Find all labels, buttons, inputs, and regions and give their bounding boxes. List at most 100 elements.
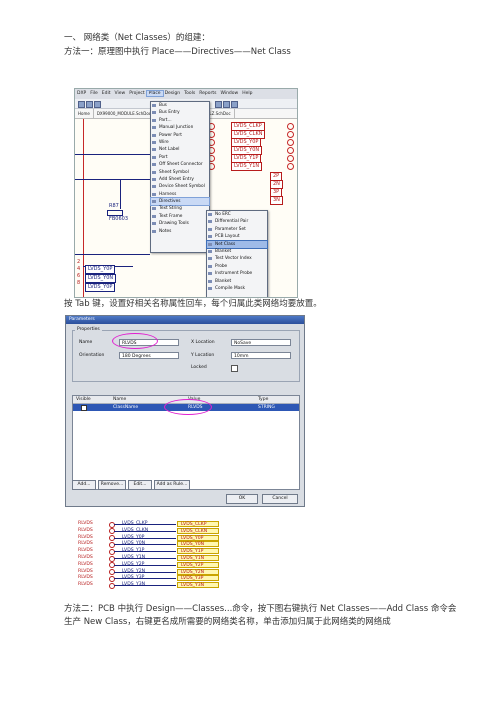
menu-item[interactable]: Manual Junction (151, 124, 209, 131)
net-class-label[interactable]: RLVDS (78, 575, 93, 581)
menu-item[interactable]: Harness (151, 191, 209, 198)
menu-item[interactable]: Sheet Symbol (151, 169, 209, 176)
col-type: Type (258, 397, 269, 402)
ok-button[interactable]: OK (226, 494, 258, 504)
menu-item[interactable]: Text String (151, 205, 209, 212)
menubar-item[interactable]: Help (240, 91, 254, 96)
net-label[interactable]: LVDS_CLKP (122, 521, 148, 527)
menubar-item[interactable]: View (113, 91, 128, 96)
edit-button[interactable]: Edit... (128, 480, 152, 490)
menu-item[interactable]: Device Sheet Symbol (151, 183, 209, 190)
port[interactable]: LVDS_Y0P (177, 534, 219, 541)
menu-item[interactable]: Part... (151, 117, 209, 124)
menubar-item[interactable]: File (88, 91, 100, 96)
port[interactable]: LVDS_Y2P (177, 561, 219, 568)
name-label: Name (79, 340, 93, 345)
submenu-item[interactable]: PCB Layout (207, 233, 267, 240)
port[interactable]: LVDS_Y3N (177, 582, 219, 589)
net-label-partial[interactable]: 3N (270, 196, 283, 205)
remove-button[interactable]: Remove... (98, 480, 126, 490)
net-label[interactable]: LVDS_CLKN (122, 528, 148, 534)
submenu-item-icon (208, 227, 212, 231)
menu-item[interactable]: Directives (150, 197, 210, 207)
submenu-item[interactable]: Blanket (207, 278, 267, 285)
net-class-label[interactable]: RLVDS (78, 562, 93, 568)
menu-item[interactable]: Notes (151, 228, 209, 235)
net-label[interactable]: LVDS_Y3N (122, 582, 145, 588)
menu-item[interactable]: Bus (151, 102, 209, 109)
submenu-item-icon (208, 264, 212, 268)
locked-checkbox[interactable] (231, 365, 238, 372)
menu-item[interactable]: Bus Entry (151, 109, 209, 116)
net-class-label[interactable]: RLVDS (78, 541, 93, 547)
submenu-item[interactable]: Instrument Probe (207, 270, 267, 277)
menu-item-icon (152, 192, 156, 196)
net-label[interactable]: LVDS_Y0P (85, 283, 116, 292)
document-tab[interactable]: Home (75, 109, 94, 118)
cancel-button[interactable]: Cancel (262, 494, 298, 504)
menu-item[interactable]: Net Label (151, 146, 209, 153)
net-label[interactable]: LVDS_Y1N (122, 555, 145, 561)
menubar-item[interactable]: Project (127, 91, 146, 96)
net-label[interactable]: LVDS_Y0N (85, 274, 117, 283)
visible-checkbox[interactable] (81, 405, 87, 411)
submenu-item[interactable]: Differential Pair (207, 218, 267, 225)
document-tab[interactable]: DX99000_MODULE.SchDoc (94, 109, 155, 118)
menu-item[interactable]: Drawing Tools (151, 220, 209, 227)
y-location-field[interactable]: 10mm (231, 352, 291, 359)
x-location-field[interactable]: NoSave (231, 339, 291, 346)
net-label[interactable]: LVDS_Y1P (122, 548, 144, 554)
orientation-label: Orientation (79, 353, 105, 358)
net-label[interactable]: LVDS_Y1N (231, 162, 263, 171)
submenu-item[interactable]: Compile Mask (207, 285, 267, 292)
menubar-item[interactable]: Design (163, 91, 183, 96)
submenu-item[interactable]: Parameter Set (207, 226, 267, 233)
menubar-item[interactable]: Place (145, 90, 164, 97)
port[interactable]: LVDS_Y2N (177, 568, 219, 575)
net-class-label[interactable]: RLVDS (78, 528, 93, 534)
menubar-item[interactable]: Window (218, 91, 240, 96)
submenu-item[interactable]: Blanket (207, 248, 267, 255)
menu-item[interactable]: Off Sheet Connector (151, 161, 209, 168)
menubar-item[interactable]: Reports (197, 91, 218, 96)
port[interactable]: LVDS_Y3P (177, 575, 219, 582)
orientation-select[interactable]: 180 Degrees (119, 352, 179, 359)
submenu-item[interactable]: Test Vector Index (207, 255, 267, 262)
bus-icon[interactable] (231, 101, 238, 108)
zoom-icon[interactable] (215, 101, 222, 108)
pin-number: 4 (77, 266, 81, 272)
new-doc-icon[interactable] (78, 101, 85, 108)
menubar-item[interactable]: Tools (182, 91, 197, 96)
menubar-item[interactable]: Edit (100, 91, 113, 96)
save-icon[interactable] (94, 101, 101, 108)
add-button[interactable]: Add... (72, 480, 96, 490)
net-class-label[interactable]: RLVDS (78, 582, 93, 588)
submenu-item-label: PCB Layout (215, 234, 240, 240)
net-class-label[interactable]: RLVDS (78, 548, 93, 554)
menu-item[interactable]: Port (151, 154, 209, 161)
submenu-item[interactable]: No ERC (207, 211, 267, 218)
port[interactable]: LVDS_CLKP (177, 521, 219, 527)
menu-item-label: Text String (159, 206, 182, 212)
menu-item[interactable]: Text Frame (151, 213, 209, 220)
port[interactable]: LVDS_Y1P (177, 548, 219, 555)
port[interactable]: LVDS_Y1N (177, 555, 219, 561)
net-label[interactable]: LVDS_Y2P (122, 562, 144, 568)
net-class-label[interactable]: RLVDS (78, 521, 93, 527)
menu-item[interactable]: Power Port (151, 132, 209, 139)
net-label[interactable]: LVDS_Y0P (85, 265, 116, 274)
menu-item[interactable]: Add Sheet Entry (151, 176, 209, 183)
port[interactable]: LVDS_Y0N (177, 541, 219, 548)
add-as-rule-button[interactable]: Add as Rule... (154, 480, 190, 490)
port[interactable]: LVDS_CLKN (177, 527, 219, 534)
wire-icon[interactable] (223, 101, 230, 108)
menu-item[interactable]: Wire (151, 139, 209, 146)
menu-item-icon (152, 163, 156, 167)
net-label[interactable]: LVDS_Y3P (122, 575, 144, 581)
net-label[interactable]: LVDS_Y0N (122, 541, 145, 547)
submenu-item[interactable]: Net Class (206, 239, 268, 250)
submenu-item[interactable]: Probe (207, 263, 267, 270)
open-icon[interactable] (86, 101, 93, 108)
net-class-label[interactable]: RLVDS (78, 555, 93, 561)
menubar-item[interactable]: DXP (75, 91, 88, 96)
